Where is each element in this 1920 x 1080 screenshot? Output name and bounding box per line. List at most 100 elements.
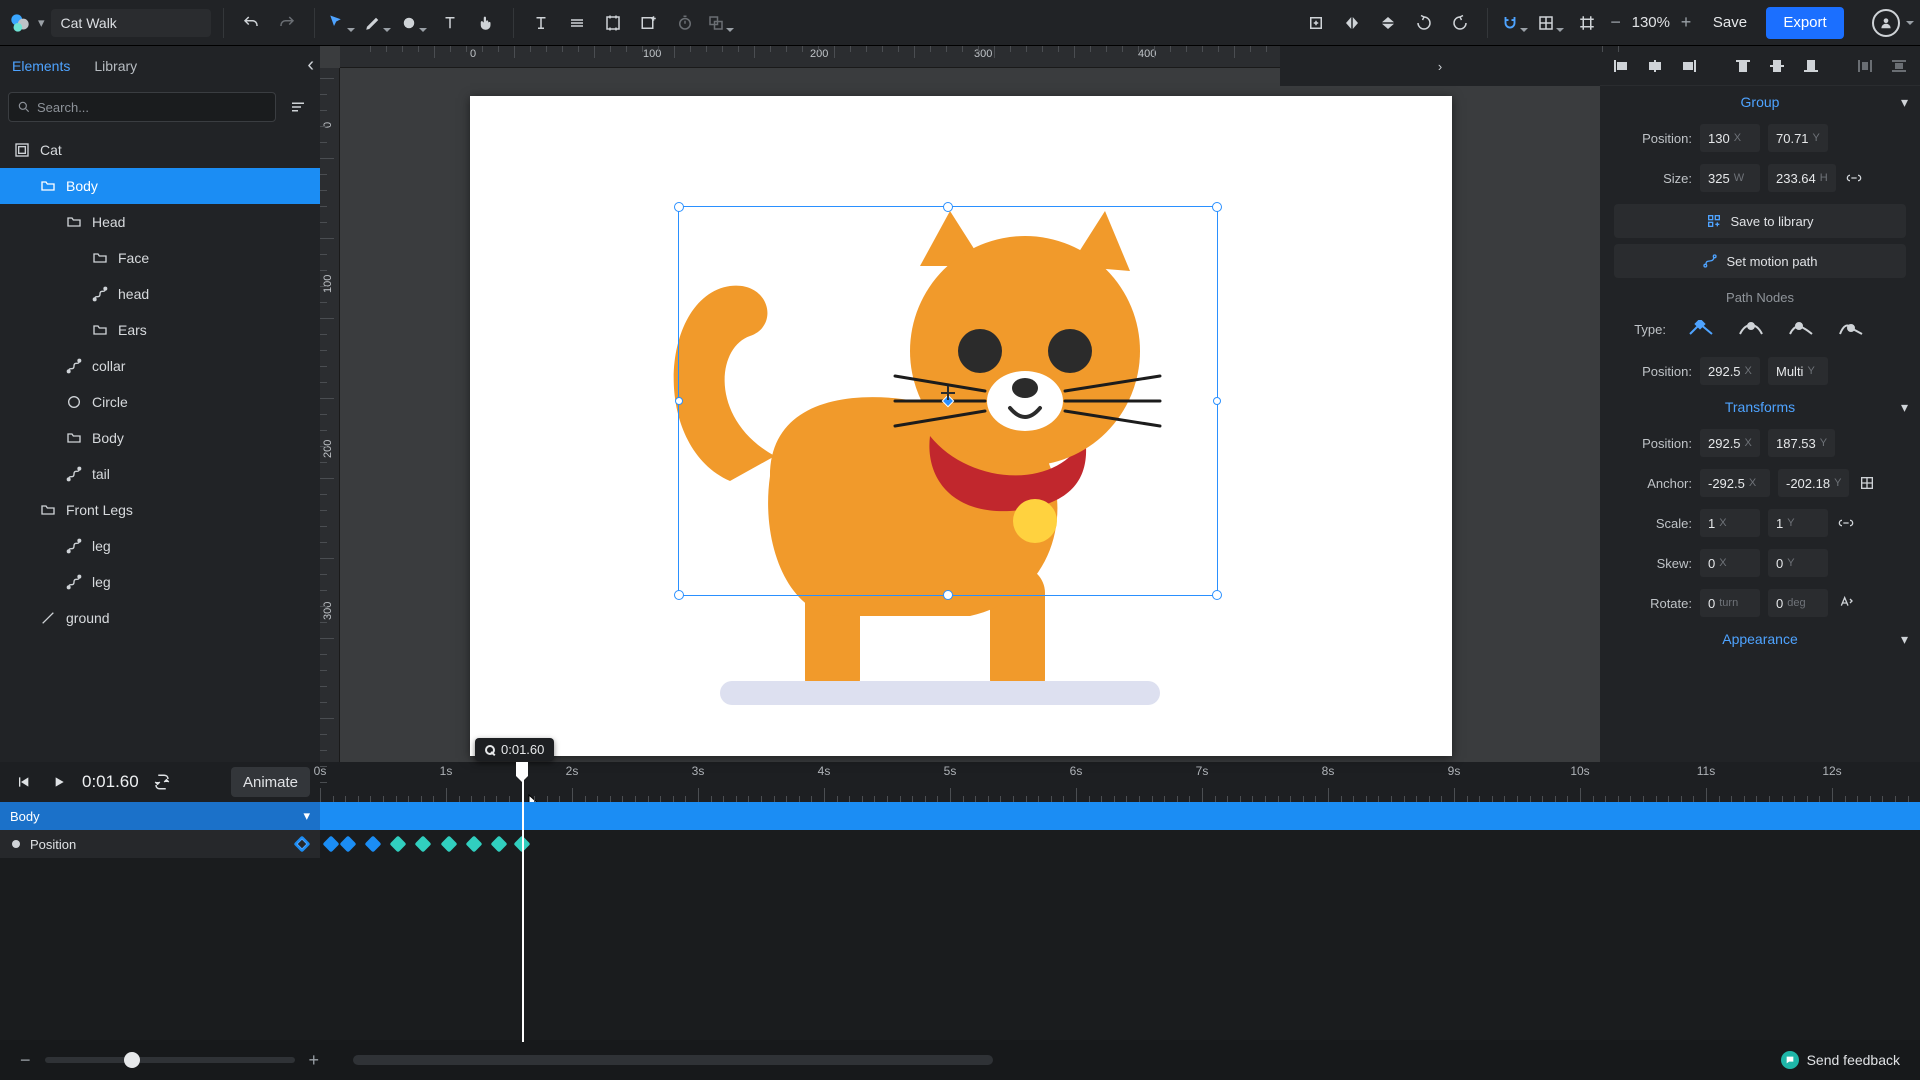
- link-scale-icon[interactable]: [1836, 513, 1856, 533]
- zoom-in-timeline-icon[interactable]: +: [309, 1050, 320, 1071]
- anchor-y[interactable]: -202.18Y: [1778, 469, 1849, 497]
- timeline-zoom-slider[interactable]: [45, 1057, 295, 1063]
- layer-tail[interactable]: tail: [0, 456, 320, 492]
- layer-head[interactable]: head: [0, 276, 320, 312]
- size-w-input[interactable]: 325W: [1700, 164, 1760, 192]
- grid-icon[interactable]: [1536, 8, 1566, 38]
- node-pos-x-input[interactable]: 292.5X: [1700, 357, 1760, 385]
- size-h-input[interactable]: 233.64H: [1768, 164, 1836, 192]
- rotate-turn[interactable]: 0turn: [1700, 589, 1760, 617]
- play-button[interactable]: [46, 769, 72, 795]
- app-logo[interactable]: [6, 9, 34, 37]
- artboard[interactable]: [470, 96, 1452, 756]
- layer-face[interactable]: Face: [0, 240, 320, 276]
- section-transforms[interactable]: Transforms: [1725, 399, 1795, 415]
- node-type-asym-icon[interactable]: [1786, 317, 1816, 341]
- align-vcenter-icon[interactable]: [1766, 57, 1788, 75]
- keyframe[interactable]: [490, 836, 507, 853]
- export-button[interactable]: Export: [1766, 7, 1844, 39]
- chevron-down-icon[interactable]: ▾: [1901, 399, 1908, 416]
- send-feedback-button[interactable]: Send feedback: [1781, 1051, 1900, 1069]
- filter-icon[interactable]: [284, 93, 312, 121]
- go-to-start-button[interactable]: [10, 769, 36, 795]
- keyframe[interactable]: [339, 836, 356, 853]
- tab-library[interactable]: Library: [92, 48, 139, 84]
- zoom-out-icon[interactable]: −: [1608, 12, 1624, 33]
- keyframe[interactable]: [465, 836, 482, 853]
- scale-x[interactable]: 1X: [1700, 509, 1760, 537]
- undo-button[interactable]: [236, 8, 266, 38]
- align-bottom-icon[interactable]: [1800, 57, 1822, 75]
- flip-v-icon[interactable]: [1373, 8, 1403, 38]
- distribute-v-icon[interactable]: [1888, 57, 1910, 75]
- timeline-ruler[interactable]: 0s1s2s3s4s5s6s7s8s9s10s11s12s: [320, 762, 1920, 802]
- playhead[interactable]: [522, 762, 524, 1042]
- zoom-in-icon[interactable]: +: [1678, 12, 1694, 33]
- keyframe[interactable]: [323, 836, 340, 853]
- rotate-cw-icon[interactable]: [1445, 8, 1475, 38]
- tf-pos-x[interactable]: 292.5X: [1700, 429, 1760, 457]
- align-top-icon[interactable]: [1732, 57, 1754, 75]
- frame-icon[interactable]: [1572, 8, 1602, 38]
- keyframe[interactable]: [390, 836, 407, 853]
- anchor-grid-icon[interactable]: [1857, 473, 1877, 493]
- align-left-icon[interactable]: [1610, 57, 1632, 75]
- distribute-h-icon[interactable]: [1854, 57, 1876, 75]
- link-size-icon[interactable]: [1844, 168, 1864, 188]
- tf-pos-y[interactable]: 187.53Y: [1768, 429, 1835, 457]
- rotate-deg[interactable]: 0deg: [1768, 589, 1828, 617]
- node-type-corner-icon[interactable]: [1686, 317, 1716, 341]
- rotate-ccw-icon[interactable]: [1409, 8, 1439, 38]
- flip-h-icon[interactable]: [1337, 8, 1367, 38]
- anchor-x[interactable]: -292.5X: [1700, 469, 1770, 497]
- shape-tool[interactable]: [399, 8, 429, 38]
- layer-body[interactable]: Body: [0, 420, 320, 456]
- layer-circle[interactable]: Circle: [0, 384, 320, 420]
- set-motion-path-button[interactable]: Set motion path: [1614, 244, 1906, 278]
- magnet-icon[interactable]: [1500, 8, 1530, 38]
- layer-leg[interactable]: leg: [0, 564, 320, 600]
- position-y-input[interactable]: 70.71Y: [1768, 124, 1828, 152]
- node-type-smooth-icon[interactable]: [1736, 317, 1766, 341]
- chevron-down-icon[interactable]: ▾: [303, 808, 310, 824]
- timeline-scrollbar[interactable]: [353, 1055, 993, 1065]
- artboard-icon[interactable]: [598, 8, 628, 38]
- skew-x[interactable]: 0X: [1700, 549, 1760, 577]
- fit-icon[interactable]: [1301, 8, 1331, 38]
- layer-head[interactable]: Head: [0, 204, 320, 240]
- duplicate-icon[interactable]: [706, 8, 736, 38]
- layer-ears[interactable]: Ears: [0, 312, 320, 348]
- collapse-panel-icon[interactable]: ‹: [307, 54, 314, 77]
- chevron-down-icon[interactable]: ▾: [1901, 631, 1908, 648]
- canvas-viewport[interactable]: 0100200300400500600 0100200300 ›: [320, 46, 1600, 762]
- layer-cat[interactable]: Cat: [0, 132, 320, 168]
- animate-mode-button[interactable]: Animate: [231, 767, 310, 797]
- stopwatch-icon[interactable]: [670, 8, 700, 38]
- keyframe-indicator-icon[interactable]: [12, 840, 20, 848]
- search-input[interactable]: Search...: [8, 92, 276, 122]
- transform-tool[interactable]: [327, 8, 357, 38]
- pen-tool[interactable]: [363, 8, 393, 38]
- layer-collar[interactable]: collar: [0, 348, 320, 384]
- redo-button[interactable]: [272, 8, 302, 38]
- align-hcenter-icon[interactable]: [1644, 57, 1666, 75]
- node-type-disconn-icon[interactable]: [1836, 317, 1866, 341]
- section-group[interactable]: Group: [1741, 94, 1780, 110]
- layer-ground[interactable]: ground: [0, 600, 320, 636]
- skew-y[interactable]: 0Y: [1768, 549, 1828, 577]
- node-pos-y-input[interactable]: MultiY: [1768, 357, 1828, 385]
- zoom-out-timeline-icon[interactable]: −: [20, 1050, 31, 1071]
- keyframe-track[interactable]: [320, 830, 1920, 858]
- rotate-reset-icon[interactable]: [1836, 593, 1856, 613]
- position-x-input[interactable]: 130X: [1700, 124, 1760, 152]
- timeline-current-time[interactable]: 0:01.60: [82, 772, 139, 792]
- account-menu[interactable]: [1850, 9, 1914, 37]
- zoom-control[interactable]: − 130% +: [1608, 12, 1694, 33]
- keyframe[interactable]: [440, 836, 457, 853]
- selection-box[interactable]: [678, 206, 1218, 596]
- chevron-down-icon[interactable]: ▾: [1901, 94, 1908, 111]
- timeline-track-header[interactable]: Body▾: [0, 802, 1920, 830]
- scale-y[interactable]: 1Y: [1768, 509, 1828, 537]
- align-text-icon[interactable]: [526, 8, 556, 38]
- expand-right-panel-icon[interactable]: ›: [1280, 46, 1600, 86]
